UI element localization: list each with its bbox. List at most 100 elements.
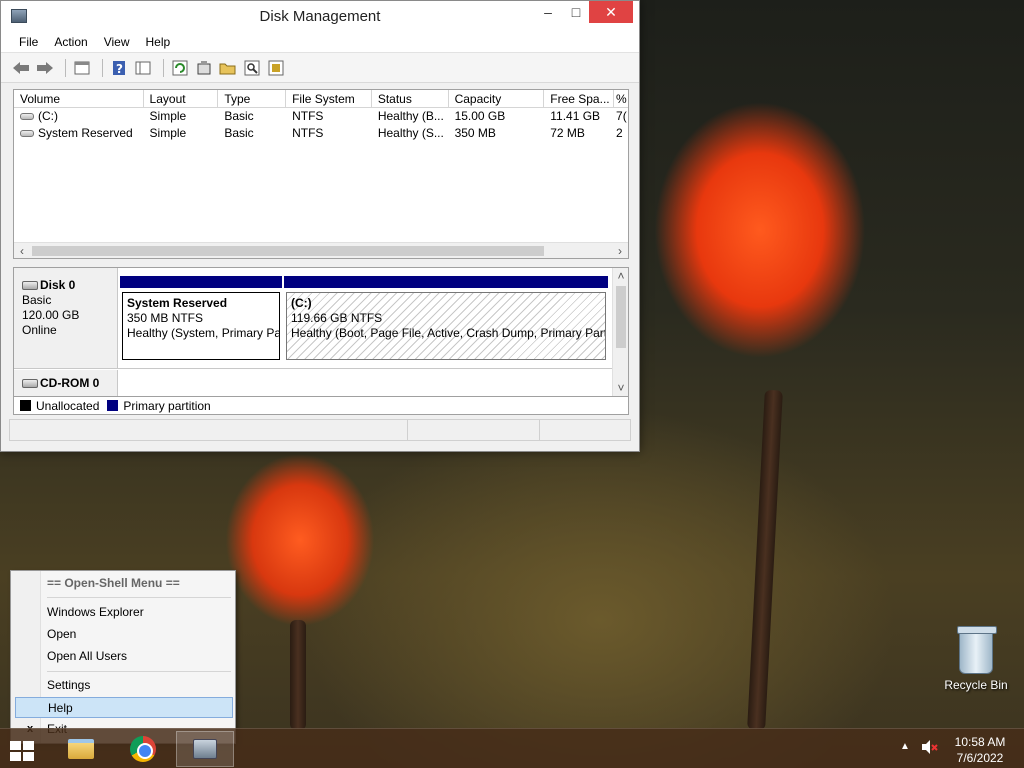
start-button[interactable] xyxy=(8,737,36,765)
column-header-capacity[interactable]: Capacity xyxy=(449,90,545,107)
status-cell: Healthy (S... xyxy=(377,126,444,140)
cdrom-icon xyxy=(22,379,38,389)
taskbar-disk-management[interactable] xyxy=(176,731,234,767)
volume-list[interactable]: Volume Layout Type File System Status Ca… xyxy=(13,89,629,259)
volume-name: (C:) xyxy=(38,109,58,123)
file-system-cell: NTFS xyxy=(292,126,324,140)
volume-name: System Reserved xyxy=(38,126,133,140)
file-system-cell: NTFS xyxy=(292,109,324,123)
clock[interactable]: 10:58 AM 7/6/2022 xyxy=(950,734,1010,766)
volume-icon xyxy=(20,113,34,121)
type-cell: Basic xyxy=(224,109,254,123)
volume-icon xyxy=(20,130,34,138)
menu-help[interactable]: Help xyxy=(138,31,179,52)
column-header-file-system[interactable]: File System xyxy=(286,90,372,107)
taskbar-chrome[interactable] xyxy=(114,731,172,767)
partition-bar xyxy=(284,276,608,288)
disk-layout-pane[interactable]: Disk 0 Basic 120.00 GB Online System Res… xyxy=(13,267,629,397)
column-header-volume[interactable]: Volume xyxy=(14,90,144,107)
table-row[interactable]: System Reserved Simple Basic NTFS Health… xyxy=(14,125,628,142)
menu-item-open-all-users[interactable]: Open All Users xyxy=(15,646,233,667)
disk-0-label[interactable]: Disk 0 Basic 120.00 GB Online xyxy=(14,268,118,368)
partition-body: (C:) 119.66 GB NTFS Healthy (Boot, Page … xyxy=(286,292,606,360)
unallocated-swatch xyxy=(20,400,31,411)
partition-title: (C:) xyxy=(291,296,312,310)
partition-detail: 119.66 GB NTFS xyxy=(291,311,383,325)
menu-item-open[interactable]: Open xyxy=(15,624,233,645)
menu-view[interactable]: View xyxy=(96,31,138,52)
partition-system-reserved[interactable]: System Reserved 350 MB NTFS Healthy (Sys… xyxy=(120,276,282,362)
recycle-bin-label: Recycle Bin xyxy=(944,678,1008,692)
refresh-icon[interactable] xyxy=(170,58,190,78)
maximize-button[interactable]: □ xyxy=(561,1,591,23)
toolbar-separator xyxy=(102,58,103,77)
search-icon[interactable] xyxy=(242,58,262,78)
menu-action[interactable]: Action xyxy=(46,31,95,52)
volume-muted-icon[interactable] xyxy=(920,739,938,758)
disk-management-window[interactable]: Disk Management ‒ □ ✕ File Action View H… xyxy=(0,0,640,452)
rescan-icon[interactable] xyxy=(194,58,214,78)
help-icon[interactable]: ? xyxy=(109,58,129,78)
forward-arrow-icon[interactable] xyxy=(35,58,55,78)
properties-icon[interactable] xyxy=(72,58,92,78)
scroll-right-arrow-icon[interactable]: › xyxy=(612,243,628,259)
scrollbar-thumb[interactable] xyxy=(32,246,544,256)
recycle-bin-icon xyxy=(957,626,997,674)
back-arrow-icon[interactable] xyxy=(11,58,31,78)
close-button[interactable]: ✕ xyxy=(589,1,633,23)
column-header-status[interactable]: Status xyxy=(372,90,449,107)
cdrom-title: CD-ROM 0 xyxy=(22,376,109,391)
toolbar-separator xyxy=(65,58,66,77)
scrollbar-thumb[interactable] xyxy=(616,286,626,348)
menu-item-help[interactable]: Help xyxy=(15,697,233,718)
recycle-bin[interactable]: Recycle Bin xyxy=(938,626,1014,692)
vertical-scrollbar[interactable]: ˄ ˅ xyxy=(612,268,628,396)
chrome-icon xyxy=(130,736,156,762)
volume-list-header: Volume Layout Type File System Status Ca… xyxy=(14,90,628,108)
status-cell: Healthy (B... xyxy=(377,109,444,123)
scroll-up-arrow-icon[interactable]: ˄ xyxy=(613,268,628,284)
disk-management-taskbar-icon xyxy=(193,739,217,759)
disk-status: Online xyxy=(22,323,57,337)
show-hidden-icons-icon[interactable]: ▲ xyxy=(900,741,910,752)
disk-divider xyxy=(14,368,628,369)
title-bar[interactable]: Disk Management ‒ □ ✕ xyxy=(1,1,639,31)
menu-item-windows-explorer[interactable]: Windows Explorer xyxy=(15,602,233,623)
disk-type: Basic xyxy=(22,293,52,307)
disk-icon xyxy=(22,281,38,291)
menu-file[interactable]: File xyxy=(11,31,46,52)
capacity-cell: 350 MB xyxy=(454,126,496,140)
open-shell-context-menu[interactable]: == Open-Shell Menu == Windows Explorer O… xyxy=(10,570,236,744)
taskbar: ▲ 10:58 AM 7/6/2022 xyxy=(0,728,1024,768)
column-header-layout[interactable]: Layout xyxy=(144,90,219,107)
file-explorer-icon xyxy=(68,739,94,759)
partition-c[interactable]: (C:) 119.66 GB NTFS Healthy (Boot, Page … xyxy=(284,276,608,362)
capacity-cell: 15.00 GB xyxy=(454,109,506,123)
partition-detail: 350 MB NTFS xyxy=(127,311,204,325)
column-header-percent-free[interactable]: % xyxy=(614,90,628,107)
console-tree-icon[interactable] xyxy=(133,58,153,78)
settings-icon[interactable] xyxy=(266,58,286,78)
layout-cell: Simple xyxy=(149,126,187,140)
table-row[interactable]: (C:) Simple Basic NTFS Healthy (B... 15.… xyxy=(14,108,628,125)
type-cell: Basic xyxy=(224,126,254,140)
scroll-down-arrow-icon[interactable]: ˅ xyxy=(613,380,628,396)
percent-free-cell: 2 xyxy=(616,126,623,140)
menu-item-settings[interactable]: Settings xyxy=(15,675,233,696)
cdrom-0-label[interactable]: CD-ROM 0 xyxy=(14,370,118,396)
taskbar-file-explorer[interactable] xyxy=(52,731,110,767)
column-header-type[interactable]: Type xyxy=(218,90,287,107)
open-icon[interactable] xyxy=(218,58,238,78)
horizontal-scrollbar[interactable]: ‹ › xyxy=(14,242,628,258)
clock-time: 10:58 AM xyxy=(954,735,1006,749)
scroll-left-arrow-icon[interactable]: ‹ xyxy=(14,243,30,259)
free-space-cell: 11.41 GB xyxy=(550,109,601,123)
wallpaper-stem xyxy=(747,389,783,731)
column-header-free-space[interactable]: Free Spa... xyxy=(544,90,615,107)
primary-partition-swatch xyxy=(107,400,119,411)
free-space-cell: 72 MB xyxy=(550,126,585,140)
minimize-button[interactable]: ‒ xyxy=(533,1,563,23)
wallpaper-stem xyxy=(290,620,306,730)
partition-bar xyxy=(120,276,282,288)
svg-text:?: ? xyxy=(116,62,123,76)
